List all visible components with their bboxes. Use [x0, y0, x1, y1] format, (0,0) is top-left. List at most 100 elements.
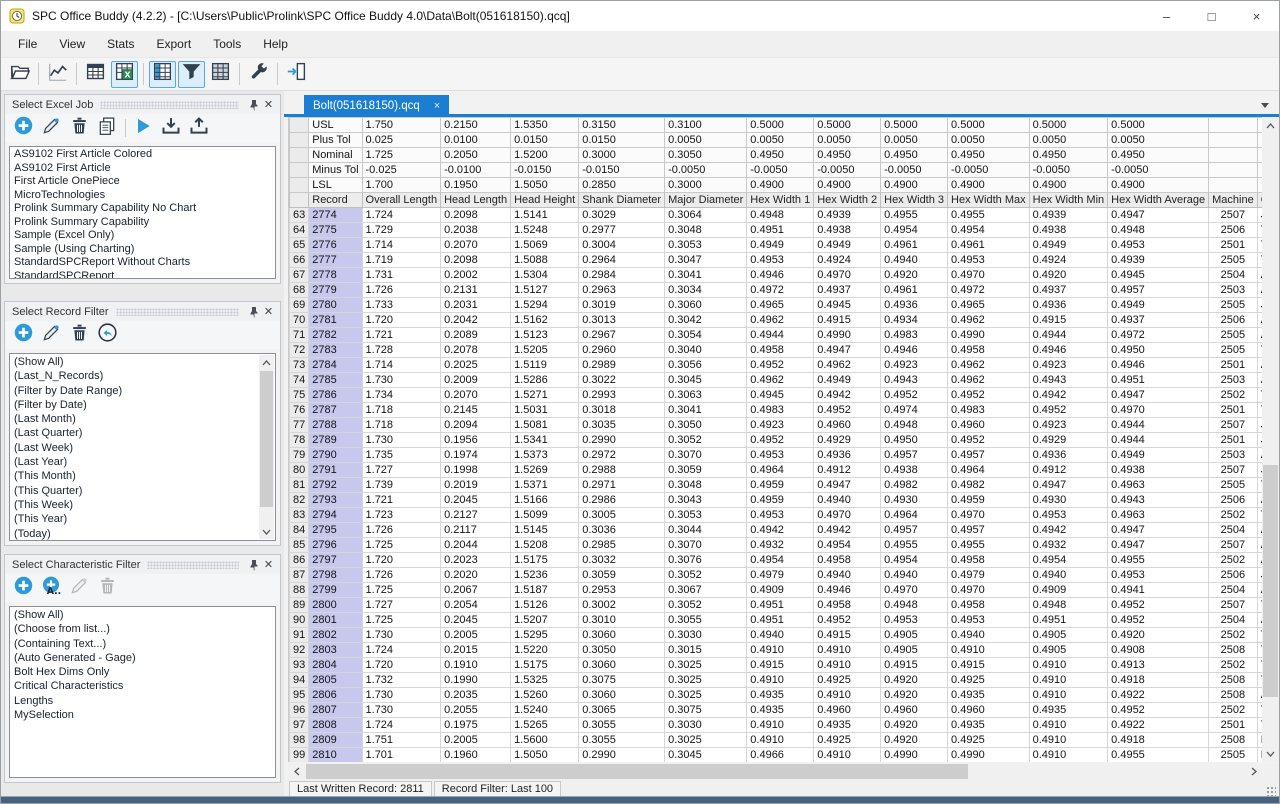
value-cell[interactable]: 1.5304 [511, 268, 579, 283]
value-cell[interactable]: 0.3060 [579, 658, 665, 673]
value-cell[interactable]: 0.4958 [948, 553, 1030, 568]
value-cell[interactable]: 0.2990 [579, 748, 665, 763]
value-cell[interactable]: 0.4952 [948, 388, 1030, 403]
close-button[interactable]: × [1234, 1, 1279, 31]
value-cell[interactable]: 0.3052 [665, 433, 747, 448]
value-cell[interactable]: 0.4957 [881, 523, 948, 538]
value-cell[interactable]: 0.4920 [881, 733, 948, 748]
value-cell[interactable]: 0.4929 [814, 433, 881, 448]
value-cell[interactable]: 0.3070 [665, 448, 747, 463]
value-cell[interactable]: 1.725 [362, 583, 441, 598]
value-cell[interactable]: 0.4939 [814, 208, 881, 223]
value-cell[interactable]: 0.4934 [881, 313, 948, 328]
value-cell[interactable]: 0.3045 [665, 748, 747, 763]
value-cell[interactable]: 1.5187 [511, 583, 579, 598]
value-cell[interactable]: 0.4918 [1108, 673, 1209, 688]
value-cell[interactable]: 1.5166 [511, 493, 579, 508]
value-cell[interactable]: 1.5220 [511, 643, 579, 658]
value-cell[interactable]: 0.2127 [441, 508, 511, 523]
value-cell[interactable]: 0.4940 [948, 628, 1030, 643]
machine-cell[interactable]: 2501 [1209, 433, 1258, 448]
value-cell[interactable]: 0.4972 [948, 283, 1030, 298]
list-item[interactable]: Critical Characteristics [10, 679, 275, 693]
list-item[interactable]: StandardSPCReport Without Charts [10, 256, 275, 270]
machine-cell[interactable]: 2506 [1209, 568, 1258, 583]
spec-cell[interactable]: 0.4950 [881, 148, 948, 163]
value-cell[interactable]: 0.1910 [441, 658, 511, 673]
characteristic-filter-add-button[interactable] [11, 576, 35, 600]
machine-cell[interactable]: 2507 [1209, 208, 1258, 223]
machine-cell[interactable]: 2505 [1209, 253, 1258, 268]
value-cell[interactable]: 0.4938 [814, 223, 881, 238]
value-cell[interactable]: 0.3064 [665, 208, 747, 223]
machine-cell[interactable]: 2504 [1209, 583, 1258, 598]
value-cell[interactable]: 0.3025 [665, 673, 747, 688]
record-cell[interactable]: 2788 [309, 418, 362, 433]
value-cell[interactable]: 0.4935 [747, 703, 814, 718]
value-cell[interactable]: 0.4935 [747, 688, 814, 703]
value-cell[interactable]: 0.2117 [441, 523, 511, 538]
record-cell[interactable]: 2807 [309, 703, 362, 718]
value-cell[interactable]: 0.4958 [747, 343, 814, 358]
value-cell[interactable]: 0.2098 [441, 208, 511, 223]
value-cell[interactable]: 0.4951 [747, 223, 814, 238]
value-cell[interactable]: 0.3004 [579, 238, 665, 253]
spec-label[interactable]: USL [309, 118, 362, 133]
row-header[interactable] [290, 133, 309, 148]
value-cell[interactable]: 0.4930 [881, 493, 948, 508]
value-cell[interactable]: 1.5295 [511, 628, 579, 643]
value-cell[interactable]: 0.4935 [814, 718, 881, 733]
value-cell[interactable]: 0.4962 [948, 373, 1030, 388]
value-cell[interactable]: 0.4923 [1029, 358, 1108, 373]
value-cell[interactable]: 0.4953 [747, 253, 814, 268]
value-cell[interactable]: 1.5119 [511, 358, 579, 373]
value-cell[interactable]: 0.2044 [441, 538, 511, 553]
spec-cell[interactable]: 0.5000 [814, 118, 881, 133]
spec-cell[interactable]: 0.4900 [881, 178, 948, 193]
machine-cell[interactable]: 2505 [1209, 343, 1258, 358]
value-cell[interactable]: 0.4970 [1108, 403, 1209, 418]
machine-cell[interactable]: 2503 [1209, 373, 1258, 388]
value-cell[interactable]: 1.739 [362, 478, 441, 493]
value-cell[interactable]: 1.726 [362, 283, 441, 298]
value-cell[interactable]: 0.4918 [1108, 733, 1209, 748]
spec-cell[interactable]: 0.0050 [881, 133, 948, 148]
value-cell[interactable]: 1.726 [362, 523, 441, 538]
machine-cell[interactable]: 2507 [1209, 418, 1258, 433]
value-cell[interactable]: 0.4948 [881, 418, 948, 433]
value-cell[interactable]: 0.4953 [1108, 238, 1209, 253]
value-cell[interactable]: 1.5175 [511, 553, 579, 568]
value-cell[interactable]: 0.3025 [665, 733, 747, 748]
value-cell[interactable]: 0.4960 [814, 703, 881, 718]
list-item[interactable]: MicroTechnologies [10, 189, 275, 203]
value-cell[interactable]: 0.3036 [579, 523, 665, 538]
value-cell[interactable]: 1.5265 [511, 718, 579, 733]
record-cell[interactable]: 2796 [309, 538, 362, 553]
value-cell[interactable]: 0.4983 [881, 328, 948, 343]
value-cell[interactable]: 0.4940 [881, 253, 948, 268]
value-cell[interactable]: 0.4913 [1108, 658, 1209, 673]
value-cell[interactable]: 0.2986 [579, 493, 665, 508]
row-header[interactable]: 72 [290, 343, 309, 358]
value-cell[interactable]: 0.2019 [441, 478, 511, 493]
value-cell[interactable]: 0.2067 [441, 583, 511, 598]
value-cell[interactable]: 0.1975 [441, 718, 511, 733]
value-cell[interactable]: 0.2031 [441, 298, 511, 313]
list-item[interactable]: (Containing Text...) [10, 637, 275, 651]
value-cell[interactable]: 0.4954 [1029, 553, 1108, 568]
value-cell[interactable]: 0.4954 [747, 553, 814, 568]
row-header[interactable]: 81 [290, 478, 309, 493]
value-cell[interactable]: 1.731 [362, 268, 441, 283]
value-cell[interactable]: 0.4910 [1029, 748, 1108, 763]
value-cell[interactable]: 1.724 [362, 718, 441, 733]
value-cell[interactable]: 0.4910 [747, 718, 814, 733]
value-cell[interactable]: 0.4936 [1029, 448, 1108, 463]
value-cell[interactable]: 0.4940 [814, 568, 881, 583]
exit-button[interactable] [283, 61, 310, 88]
row-header[interactable]: 74 [290, 373, 309, 388]
value-cell[interactable]: 0.4932 [747, 538, 814, 553]
value-cell[interactable]: 1.5175 [511, 658, 579, 673]
machine-cell[interactable]: 2505 [1209, 328, 1258, 343]
horizontal-scrollbar[interactable] [288, 763, 1262, 780]
value-cell[interactable]: 0.4965 [747, 298, 814, 313]
